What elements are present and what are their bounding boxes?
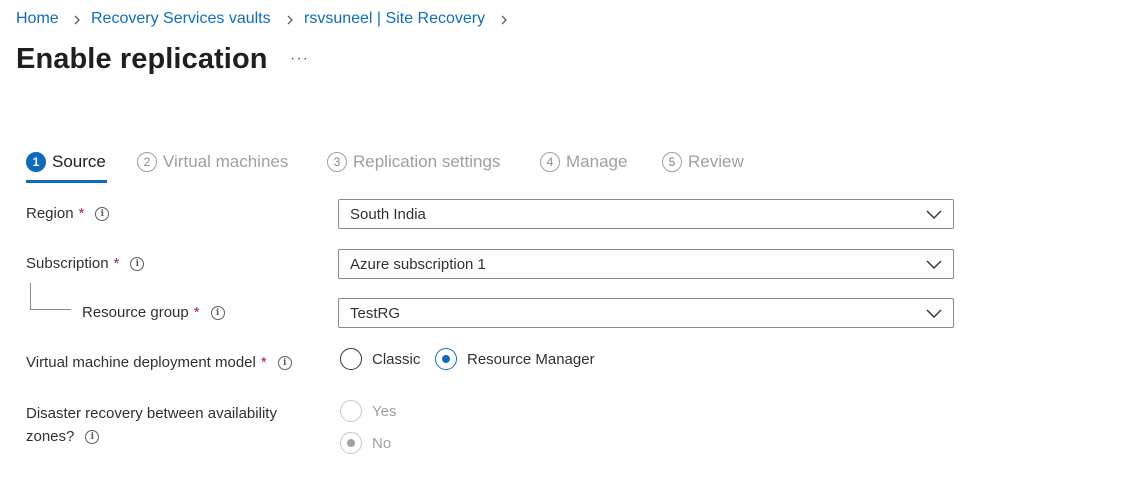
subscription-label-text: Subscription: [26, 255, 109, 272]
region-dropdown[interactable]: South India: [338, 199, 954, 229]
subscription-dropdown[interactable]: Azure subscription 1: [338, 249, 954, 279]
availability-zones-label: Disaster recovery between availability: [26, 405, 277, 422]
deployment-model-label: Virtual machine deployment model * i: [26, 354, 292, 371]
more-options-button[interactable]: ···: [290, 50, 309, 68]
radio-circle: [340, 400, 362, 422]
step-number: 1: [26, 152, 46, 172]
step-number: 2: [137, 152, 157, 172]
radio-circle: [340, 432, 362, 454]
required-marker: *: [113, 255, 120, 272]
required-marker: *: [78, 205, 85, 222]
info-icon[interactable]: i: [277, 355, 292, 370]
radio-label: No: [372, 434, 392, 452]
step-number: 5: [662, 152, 682, 172]
availability-zones-label-line2: zones? i: [26, 428, 100, 445]
radio-no[interactable]: No: [340, 432, 391, 454]
active-step-indicator: [26, 180, 107, 183]
step-source[interactable]: 1 Source: [26, 148, 106, 176]
required-marker: *: [260, 354, 267, 371]
step-review[interactable]: 5 Review: [662, 148, 744, 176]
availability-zones-label-text: Disaster recovery between availability: [26, 405, 277, 422]
region-value: South India: [350, 205, 426, 223]
required-marker: *: [193, 304, 200, 321]
step-label: Virtual machines: [163, 152, 289, 171]
subscription-value: Azure subscription 1: [350, 255, 486, 273]
step-label: Manage: [566, 152, 628, 171]
resource-group-label-text: Resource group: [82, 304, 189, 321]
subscription-label: Subscription * i: [26, 255, 145, 272]
step-number: 3: [327, 152, 347, 172]
step-label: Replication settings: [353, 152, 501, 171]
breadcrumb-home[interactable]: Home: [16, 10, 59, 28]
info-icon[interactable]: i: [85, 429, 100, 444]
step-replication-settings[interactable]: 3 Replication settings: [327, 148, 500, 176]
info-icon[interactable]: i: [210, 305, 225, 320]
radio-resource-manager[interactable]: Resource Manager: [435, 348, 595, 370]
info-icon[interactable]: i: [95, 206, 110, 221]
radio-circle: [435, 348, 457, 370]
radio-label: Yes: [372, 402, 397, 420]
tree-connector: [30, 283, 71, 310]
breadcrumb-recovery-services-vaults[interactable]: Recovery Services vaults: [91, 10, 271, 28]
info-icon[interactable]: i: [130, 256, 145, 271]
chevron-down-icon: [926, 309, 942, 318]
step-label: Source: [52, 152, 106, 171]
chevron-right-icon: [287, 15, 293, 25]
step-number: 4: [540, 152, 560, 172]
resource-group-value: TestRG: [350, 304, 401, 322]
chevron-right-icon: [501, 15, 507, 25]
deployment-model-label-text: Virtual machine deployment model: [26, 354, 256, 371]
resource-group-label: Resource group * i: [82, 304, 225, 321]
step-virtual-machines[interactable]: 2 Virtual machines: [137, 148, 288, 176]
chevron-down-icon: [926, 260, 942, 269]
radio-label: Classic: [372, 350, 421, 368]
radio-yes[interactable]: Yes: [340, 400, 396, 422]
chevron-right-icon: [74, 15, 80, 25]
region-label-text: Region: [26, 205, 74, 222]
region-label: Region * i: [26, 205, 110, 222]
resource-group-dropdown[interactable]: TestRG: [338, 298, 954, 328]
step-manage[interactable]: 4 Manage: [540, 148, 627, 176]
chevron-down-icon: [926, 210, 942, 219]
step-label: Review: [688, 152, 744, 171]
page-title: Enable replication: [16, 43, 268, 75]
radio-circle: [340, 348, 362, 370]
breadcrumb-site-recovery[interactable]: rsvsuneel | Site Recovery: [304, 10, 485, 28]
radio-label: Resource Manager: [467, 350, 595, 368]
radio-classic[interactable]: Classic: [340, 348, 420, 370]
availability-zones-label-text: zones?: [26, 428, 75, 445]
